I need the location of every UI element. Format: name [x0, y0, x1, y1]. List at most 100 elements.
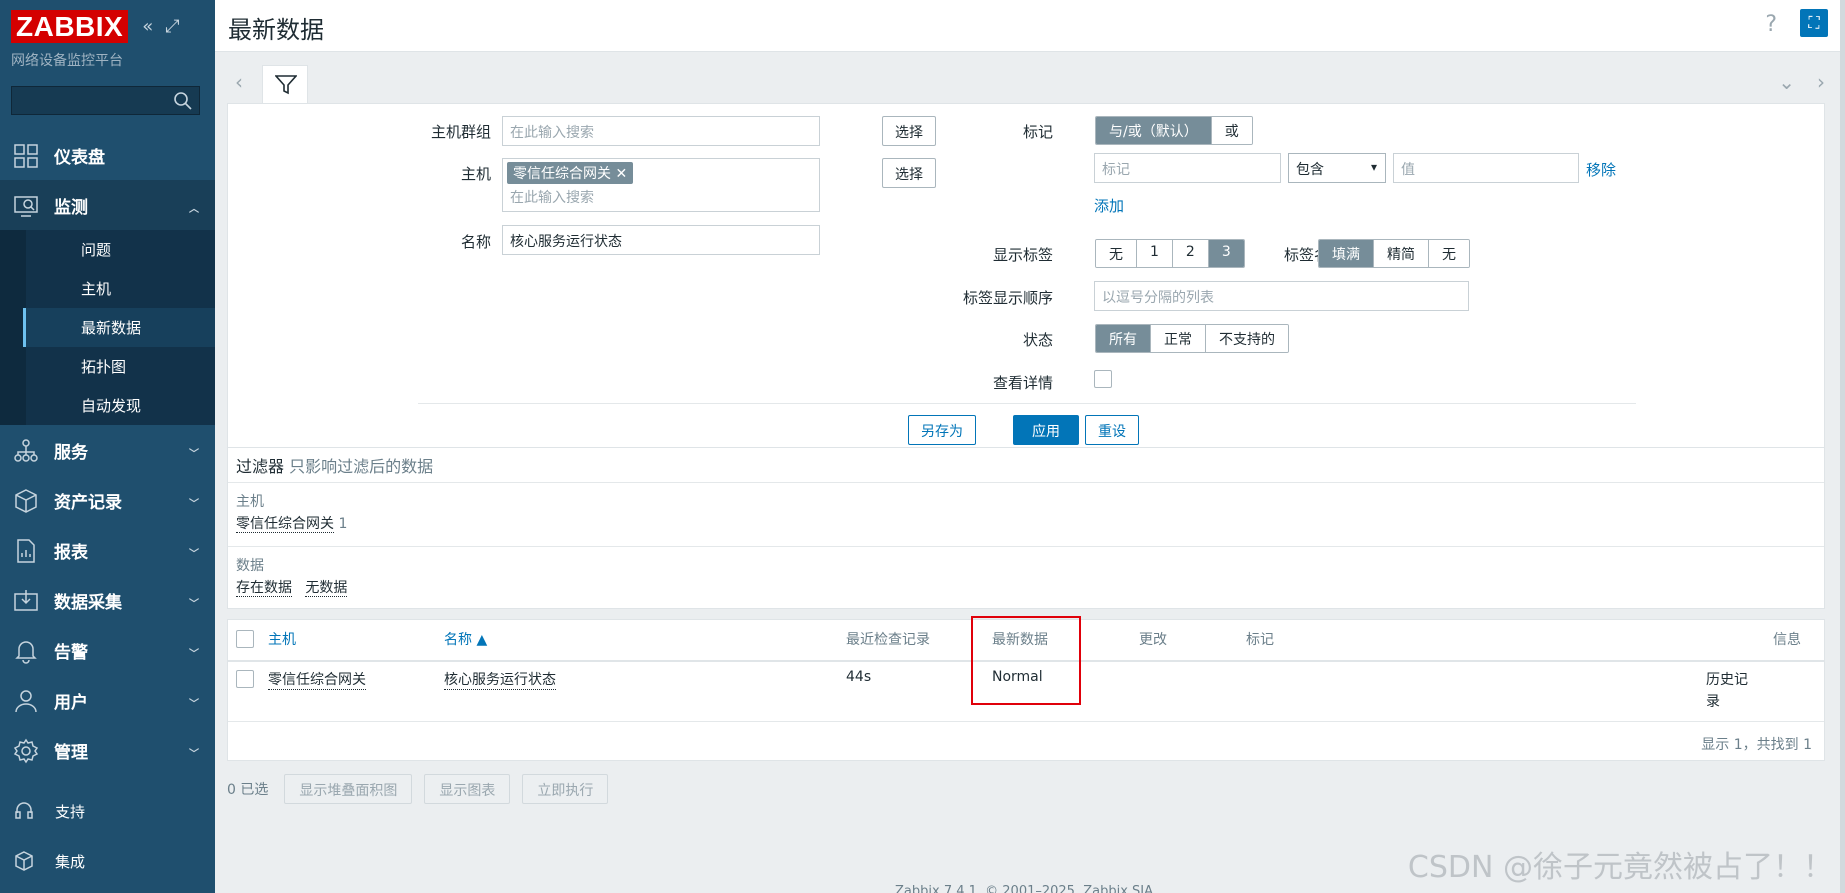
- summary-data-values: 存在数据 无数据: [236, 577, 348, 597]
- tags-label: 标记: [1022, 123, 1053, 141]
- submenu-discovery[interactable]: 自动发现: [0, 386, 215, 425]
- submenu-maps[interactable]: 拓扑图: [0, 347, 215, 386]
- selected-count: 0 已选: [227, 782, 269, 798]
- tag-order-input[interactable]: 以逗号分隔的列表: [1094, 281, 1469, 311]
- chevron-up-icon: ︿: [189, 204, 199, 215]
- inventory-icon: [15, 489, 37, 513]
- column-name[interactable]: 名称 ▲: [444, 629, 487, 649]
- state-toggle: 所有 正常 不支持的: [1095, 324, 1289, 353]
- host-group-input[interactable]: 在此输入搜索: [502, 116, 820, 146]
- tag-name-full[interactable]: 填满: [1319, 240, 1374, 267]
- remove-tag-link[interactable]: 移除: [1586, 159, 1616, 180]
- select-all-checkbox[interactable]: [236, 630, 254, 648]
- search-icon[interactable]: [173, 91, 193, 111]
- result-count: 显示 1，共找到 1: [1701, 737, 1812, 753]
- collapse-sidebar-icon[interactable]: «: [142, 16, 153, 37]
- apply-button[interactable]: 应用: [1013, 415, 1079, 445]
- column-tags: 标记: [1246, 632, 1274, 648]
- history-link[interactable]: 历史记: [1706, 669, 1748, 689]
- menu-item-support[interactable]: 支持: [0, 786, 215, 836]
- summary-without-data-link[interactable]: 无数据: [305, 580, 348, 597]
- add-tag-link[interactable]: 添加: [1094, 195, 1124, 216]
- tag-input[interactable]: 标记: [1094, 153, 1281, 183]
- tag-name-none[interactable]: 无: [1429, 240, 1469, 267]
- help-icon[interactable]: ?: [1765, 12, 1777, 37]
- tag-operator-select[interactable]: 包含 ▾: [1288, 153, 1386, 183]
- menu-item-administration[interactable]: 管理 ﹀: [0, 725, 215, 775]
- show-tags-none[interactable]: 无: [1096, 240, 1137, 267]
- save-as-button[interactable]: 另存为: [908, 415, 976, 445]
- close-icon[interactable]: ✕: [615, 166, 627, 182]
- host-group-label: 主机群组: [430, 123, 491, 141]
- row-host[interactable]: 零信任综合网关: [268, 669, 366, 690]
- logo-row: ZABBIX « ⤢: [11, 10, 180, 43]
- show-tags-toggle: 无 1 2 3: [1095, 239, 1245, 268]
- tags-mode-and-or[interactable]: 与/或（默认）: [1096, 117, 1212, 144]
- tag-order-label: 标签显示顺序: [962, 289, 1053, 307]
- host-label: 主机: [460, 165, 491, 183]
- show-tags-2[interactable]: 2: [1172, 240, 1209, 267]
- sidebar-search-input[interactable]: [11, 86, 200, 115]
- integrations-icon: [15, 851, 33, 871]
- show-tags-3[interactable]: 3: [1208, 240, 1244, 267]
- menu-item-monitoring[interactable]: 监测 ︿: [0, 180, 215, 230]
- show-details-checkbox[interactable]: [1094, 370, 1112, 388]
- page-scrollbar[interactable]: [1840, 0, 1845, 893]
- menu-item-alerts[interactable]: 告警 ﹀: [0, 625, 215, 675]
- sidebar: ZABBIX « ⤢ 网络设备监控平台 仪表盘 监测 ︿ 问题 主机 最新数据 …: [0, 0, 215, 893]
- menu-item-integrations[interactable]: 集成: [0, 836, 215, 886]
- summary-with-data-link[interactable]: 存在数据: [236, 580, 292, 597]
- summary-host-link[interactable]: 零信任综合网关: [236, 516, 334, 533]
- host-select-button[interactable]: 选择: [882, 158, 936, 188]
- chevron-down-icon: ﹀: [189, 749, 199, 760]
- host-multiselect[interactable]: 零信任综合网关 ✕ 在此输入搜索: [502, 158, 820, 212]
- state-any[interactable]: 所有: [1096, 325, 1151, 352]
- chevron-right-icon[interactable]: ›: [1817, 70, 1825, 94]
- name-input[interactable]: 核心服务运行状态: [502, 225, 820, 255]
- menu-item-data-collection[interactable]: 数据采集 ﹀: [0, 575, 215, 625]
- row-item-name[interactable]: 核心服务运行状态: [444, 669, 556, 690]
- chevron-down-icon: ﹀: [189, 649, 199, 660]
- submenu-hosts[interactable]: 主机: [0, 269, 215, 308]
- execute-now-button[interactable]: 立即执行: [522, 774, 609, 804]
- display-graph-button[interactable]: 显示图表: [424, 774, 511, 804]
- chevron-down-icon[interactable]: ⌄: [1778, 70, 1795, 94]
- show-tags-1[interactable]: 1: [1137, 240, 1173, 267]
- sidebar-bottom-menu: 支持 集成: [0, 786, 215, 886]
- row-checkbox[interactable]: [236, 670, 254, 688]
- kiosk-mode-icon[interactable]: ⤢: [165, 16, 179, 37]
- menu-item-dashboard[interactable]: 仪表盘: [0, 130, 215, 180]
- summary-host-section: 主机 零信任综合网关 1: [228, 482, 1824, 544]
- filter-divider: [418, 403, 1636, 404]
- tags-mode-or[interactable]: 或: [1211, 117, 1252, 144]
- column-last-check: 最近检查记录: [846, 632, 930, 648]
- zabbix-logo[interactable]: ZABBIX: [11, 10, 129, 43]
- state-normal[interactable]: 正常: [1151, 325, 1206, 352]
- menu-item-users[interactable]: 用户 ﹀: [0, 675, 215, 725]
- data-collection-icon: [14, 590, 38, 611]
- menu-item-inventory[interactable]: 资产记录 ﹀: [0, 475, 215, 525]
- tag-name-short[interactable]: 精简: [1374, 240, 1429, 267]
- stacked-graph-button[interactable]: 显示堆叠面积图: [284, 774, 413, 804]
- reset-button[interactable]: 重设: [1085, 415, 1139, 445]
- table-footer-divider: [228, 721, 1824, 722]
- host-search-placeholder: 在此输入搜索: [510, 190, 594, 206]
- fullscreen-button[interactable]: ⛶: [1800, 9, 1828, 37]
- main-menu: 仪表盘 监测 ︿ 问题 主机 最新数据 拓扑图 自动发现 服务 ﹀ 资产记录 ﹀…: [0, 130, 215, 775]
- monitoring-icon: [14, 196, 38, 217]
- tags-mode-toggle: 与/或（默认） 或: [1095, 116, 1253, 145]
- column-host[interactable]: 主机: [268, 629, 296, 649]
- submenu-latest-data[interactable]: 最新数据: [0, 308, 215, 347]
- menu-item-services[interactable]: 服务 ﹀: [0, 425, 215, 475]
- menu-item-reports[interactable]: 报表 ﹀: [0, 525, 215, 575]
- state-not-supported[interactable]: 不支持的: [1206, 325, 1288, 352]
- gear-icon: [13, 738, 39, 764]
- filter-summary: 过滤器 只影响过滤后的数据 主机 零信任综合网关 1 数据 存在数据 无数据: [227, 447, 1825, 609]
- tag-value-input[interactable]: 值: [1393, 153, 1579, 183]
- filter-tab[interactable]: [262, 65, 308, 104]
- column-info: 信息: [1773, 632, 1801, 648]
- chevron-left-icon[interactable]: ‹: [235, 70, 243, 94]
- submenu-problems[interactable]: 问题: [0, 230, 215, 269]
- history-link-wrap[interactable]: 录: [1706, 691, 1720, 711]
- summary-host-value: 零信任综合网关 1: [236, 513, 347, 533]
